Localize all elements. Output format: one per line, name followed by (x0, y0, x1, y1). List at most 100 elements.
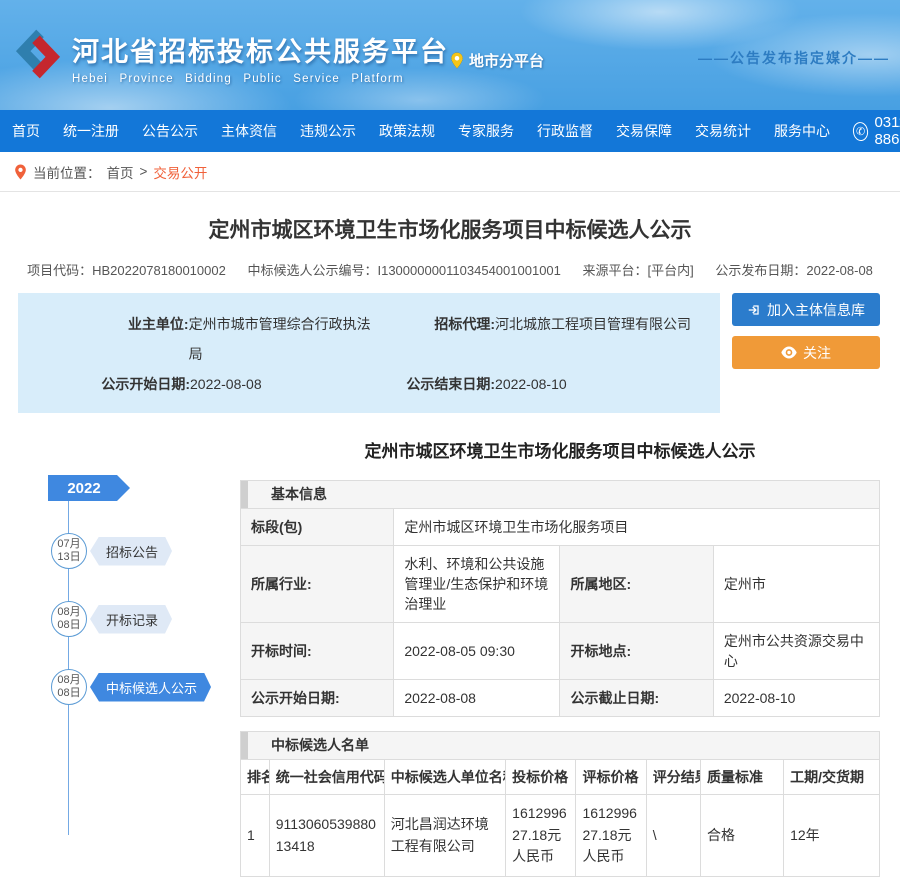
nav-item-experts[interactable]: 专家服务 (458, 121, 514, 141)
city-platform-label: 地市分平台 (469, 50, 544, 71)
breadcrumb-current: 交易公开 (153, 162, 207, 182)
candidates-table: 排名 统一社会信用代码 中标候选人单位名称 投标价格 评标价格 评分结果 质量标… (240, 759, 880, 877)
page-title: 定州市城区环境卫生市场化服务项目中标候选人公示 (0, 214, 900, 244)
detail-title: 定州市城区环境卫生市场化服务项目中标候选人公示 (240, 437, 880, 462)
media-note: ——公告发布指定媒介—— (698, 48, 890, 68)
timeline-year-badge: 2022 (48, 475, 130, 501)
cell-quality-standard: 合格 (701, 795, 784, 877)
col-evaluated-price: 评标价格 (576, 760, 646, 795)
meta-source-platform: 来源平台：[平台内] (583, 263, 694, 278)
eye-icon (781, 346, 797, 359)
timeline-date: 08月08日 (51, 601, 87, 637)
site-header: 河北省招标投标公共服务平台 Hebei Province Bidding Pub… (0, 0, 900, 110)
cell-duration: 12年 (784, 795, 880, 877)
nav-item-subject-credit[interactable]: 主体资信 (221, 121, 277, 141)
table-row: 公示开始日期: 2022-08-08 公示截止日期: 2022-08-10 (241, 680, 880, 717)
field-value: 定州市 (713, 546, 879, 623)
platform-title: 河北省招标投标公共服务平台 (72, 30, 449, 69)
col-duration: 工期/交货期 (784, 760, 880, 795)
meta-line: 项目代码：HB2022078180010002 中标候选人公示编号：I13000… (0, 260, 900, 279)
field-value: 2022-08-08 (394, 680, 560, 717)
detail-panel: 定州市城区环境卫生市场化服务项目中标候选人公示 基本信息 标段(包) 定州市城区… (240, 437, 880, 877)
section-candidate-list: 中标候选人名单 (240, 731, 880, 759)
cell-bid-price: 161299627.18元人民币 (506, 795, 576, 877)
timeline-label[interactable]: 招标公告 (90, 537, 172, 566)
basic-info-table: 标段(包) 定州市城区环境卫生市场化服务项目 所属行业: 水利、环境和公共设施管… (240, 508, 880, 717)
nav-item-service-center[interactable]: 服务中心 (774, 121, 830, 141)
table-header-row: 排名 统一社会信用代码 中标候选人单位名称 投标价格 评标价格 评分结果 质量标… (241, 760, 880, 795)
cell-score-result: \ (646, 795, 700, 877)
nav-item-trade-statistics[interactable]: 交易统计 (695, 121, 751, 141)
breadcrumb-prefix: 当前位置： (33, 162, 101, 182)
location-pin-icon (450, 52, 464, 69)
field-label: 开标时间: (241, 623, 394, 680)
city-platform-link[interactable]: 地市分平台 (450, 50, 544, 71)
meta-publish-date: 公示发布日期：2022-08-08 (715, 263, 873, 278)
field-value: 水利、环境和公共设施管理业/生态保护和环境治理业 (394, 546, 560, 623)
cell-company-name: 河北昌润达环境工程有限公司 (384, 795, 505, 877)
follow-button[interactable]: 关注 (732, 336, 880, 369)
col-bid-price: 投标价格 (506, 760, 576, 795)
breadcrumb-separator: > (140, 164, 148, 179)
phone-number: 0311-88614089/176/169 (874, 114, 900, 148)
process-timeline: 2022 07月13日 招标公告 08月08日 开标记录 08月08日 中标候选… (0, 437, 240, 877)
owner-unit: 业主单位: 定州市城市管理综合行政执法局 (18, 309, 383, 369)
timeline-date: 08月08日 (51, 669, 87, 705)
candidate-row: 1 911306053988013418 河北昌润达环境工程有限公司 16129… (241, 795, 880, 877)
timeline-item-tender-announcement[interactable]: 07月13日 招标公告 (0, 533, 240, 569)
join-subject-library-button[interactable]: 加入主体信息库 (732, 293, 880, 326)
nav-item-policies[interactable]: 政策法规 (379, 121, 435, 141)
info-section: 业主单位: 定州市城市管理综合行政执法局 招标代理: 河北城旅工程项目管理有限公… (18, 293, 880, 413)
timeline-date: 07月13日 (51, 533, 87, 569)
cell-credit-code: 911306053988013418 (269, 795, 384, 877)
timeline-label[interactable]: 中标候选人公示 (90, 673, 211, 702)
field-label: 公示开始日期: (241, 680, 394, 717)
project-info-box: 业主单位: 定州市城市管理综合行政执法局 招标代理: 河北城旅工程项目管理有限公… (18, 293, 720, 413)
field-value: 定州市公共资源交易中心 (713, 623, 879, 680)
nav-item-announcements[interactable]: 公告公示 (142, 121, 198, 141)
platform-logo-icon (9, 24, 67, 84)
phone-icon: ✆ (852, 121, 870, 142)
field-label: 公示截止日期: (560, 680, 713, 717)
nav-item-supervision[interactable]: 行政监督 (537, 121, 593, 141)
timeline-label[interactable]: 开标记录 (90, 605, 172, 634)
breadcrumb-pin-icon (14, 164, 27, 180)
cell-evaluated-price: 161299627.18元人民币 (576, 795, 646, 877)
field-label: 开标地点: (560, 623, 713, 680)
breadcrumb: 当前位置： 首页 > 交易公开 (0, 152, 900, 192)
nav-item-trade-guarantee[interactable]: 交易保障 (616, 121, 672, 141)
platform-subtitle: Hebei Province Bidding Public Service Pl… (72, 73, 449, 85)
timeline-item-winning-candidates[interactable]: 08月08日 中标候选人公示 (0, 669, 240, 705)
col-company-name: 中标候选人单位名称 (384, 760, 505, 795)
field-value: 定州市城区环境卫生市场化服务项目 (394, 509, 880, 546)
field-value: 2022-08-10 (713, 680, 879, 717)
field-label: 所属地区: (560, 546, 713, 623)
content-area: 2022 07月13日 招标公告 08月08日 开标记录 08月08日 中标候选… (0, 437, 900, 877)
nav-item-home[interactable]: 首页 (12, 121, 40, 141)
field-label: 标段(包) (241, 509, 394, 546)
col-quality-standard: 质量标准 (701, 760, 784, 795)
meta-project-code: 项目代码：HB2022078180010002 (27, 263, 226, 278)
breadcrumb-home-link[interactable]: 首页 (107, 162, 134, 182)
field-value: 2022-08-05 09:30 (394, 623, 560, 680)
section-basic-info: 基本信息 (240, 480, 880, 508)
nav-item-register[interactable]: 统一注册 (63, 121, 119, 141)
col-credit-code: 统一社会信用代码 (269, 760, 384, 795)
table-row: 所属行业: 水利、环境和公共设施管理业/生态保护和环境治理业 所属地区: 定州市 (241, 546, 880, 623)
publicity-end-date: 公示结束日期: 2022-08-10 (383, 369, 720, 399)
publicity-start-date: 公示开始日期: 2022-08-08 (18, 369, 383, 399)
col-score-result: 评分结果 (646, 760, 700, 795)
bidding-agent: 招标代理: 河北城旅工程项目管理有限公司 (383, 309, 720, 369)
action-buttons: 加入主体信息库 关注 (732, 293, 880, 413)
meta-publicity-number: 中标候选人公示编号：I1300000001103454001001001 (247, 263, 560, 278)
field-label: 所属行业: (241, 546, 394, 623)
nav-item-violations[interactable]: 违规公示 (300, 121, 356, 141)
col-rank: 排名 (241, 760, 270, 795)
main-nav: 首页 统一注册 公告公示 主体资信 违规公示 政策法规 专家服务 行政监督 交易… (0, 110, 900, 152)
timeline-item-bid-opening-record[interactable]: 08月08日 开标记录 (0, 601, 240, 637)
table-row: 开标时间: 2022-08-05 09:30 开标地点: 定州市公共资源交易中心 (241, 623, 880, 680)
cell-rank: 1 (241, 795, 270, 877)
login-arrow-icon (747, 303, 761, 317)
table-row: 标段(包) 定州市城区环境卫生市场化服务项目 (241, 509, 880, 546)
contact-phone: ✆ 0311-88614089/176/169 (853, 114, 900, 148)
